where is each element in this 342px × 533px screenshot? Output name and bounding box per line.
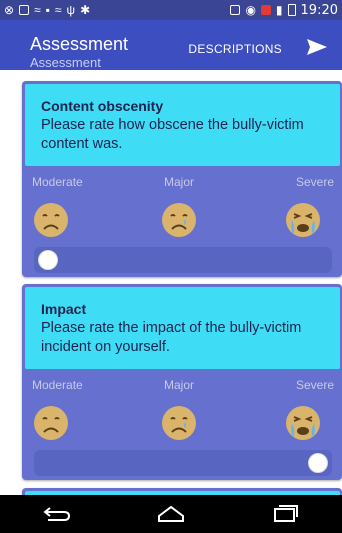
usb-icon: ψ — [66, 3, 76, 17]
notification-icon — [260, 5, 271, 15]
screen-mirror-icon — [230, 5, 241, 15]
page-title: Assessment — [30, 34, 129, 54]
question-text: Please rate the impact of the bully-vict… — [41, 320, 302, 355]
sd-card-icon: ▪ — [45, 3, 50, 17]
question-title: Impact — [41, 301, 87, 317]
app-bar: Assessment Assessment DESCRIPTIONS — [0, 20, 342, 70]
scale-label-moderate: Moderate — [32, 175, 83, 189]
status-right-icons: ◉ ▮ 19:20 — [230, 0, 338, 20]
severity-slider[interactable] — [34, 247, 332, 273]
back-icon — [43, 507, 71, 521]
scale-labels: Moderate Major Severe — [32, 175, 342, 189]
send-icon[interactable] — [306, 38, 328, 56]
assessment-list[interactable]: Content obscenity Please rate how obscen… — [0, 70, 342, 495]
hotspot-icon: ≈ — [34, 3, 41, 17]
sobbing-face-icon — [286, 203, 320, 237]
scale-label-moderate: Moderate — [32, 378, 83, 392]
wifi-direct-icon: ≈ — [54, 3, 62, 17]
home-icon — [158, 505, 184, 522]
sync-icon: ⊗ — [4, 3, 15, 17]
scale-label-major: Major — [164, 378, 195, 392]
scale-label-severe: Severe — [295, 175, 334, 189]
question-card — [22, 488, 342, 495]
question-card: Impact Please rate the impact of the bul… — [22, 284, 342, 480]
question-box: Impact Please rate the impact of the bul… — [25, 287, 340, 369]
page-subtitle: Assessment — [30, 55, 101, 70]
slider-thumb[interactable] — [38, 250, 58, 270]
back-button[interactable] — [38, 500, 76, 528]
severity-slider[interactable] — [34, 450, 332, 476]
recents-icon — [274, 505, 298, 522]
slider-thumb[interactable] — [308, 453, 328, 473]
question-box: Content obscenity Please rate how obscen… — [25, 84, 340, 166]
image-icon — [19, 5, 30, 15]
status-bar: ⊗ ≈ ▪ ≈ ψ ✱ ◉ ▮ 19:20 — [0, 0, 342, 20]
question-text: Please rate how obscene the bully-victim… — [41, 117, 304, 152]
battery-icon — [287, 4, 296, 16]
navigation-bar — [0, 495, 342, 533]
android-debug-icon: ✱ — [80, 3, 91, 17]
sobbing-face-icon — [286, 406, 320, 440]
scale-label-severe: Severe — [295, 378, 334, 392]
question-card: Content obscenity Please rate how obscen… — [22, 81, 342, 277]
crying-face-icon — [162, 203, 196, 237]
recents-button[interactable] — [266, 500, 304, 528]
scale-label-major: Major — [164, 175, 195, 189]
scale-labels: Moderate Major Severe — [32, 378, 342, 392]
status-left-icons: ⊗ ≈ ▪ ≈ ψ ✱ — [4, 0, 90, 20]
sad-face-icon — [34, 203, 68, 237]
question-title: Content obscenity — [41, 98, 164, 114]
home-button[interactable] — [152, 500, 190, 528]
descriptions-button[interactable]: DESCRIPTIONS — [188, 42, 282, 56]
status-time: 19:20 — [300, 2, 338, 18]
crying-face-icon — [162, 406, 196, 440]
wifi-icon: ◉ — [245, 3, 256, 17]
sad-face-icon — [34, 406, 68, 440]
signal-icon: ▮ — [275, 3, 283, 17]
